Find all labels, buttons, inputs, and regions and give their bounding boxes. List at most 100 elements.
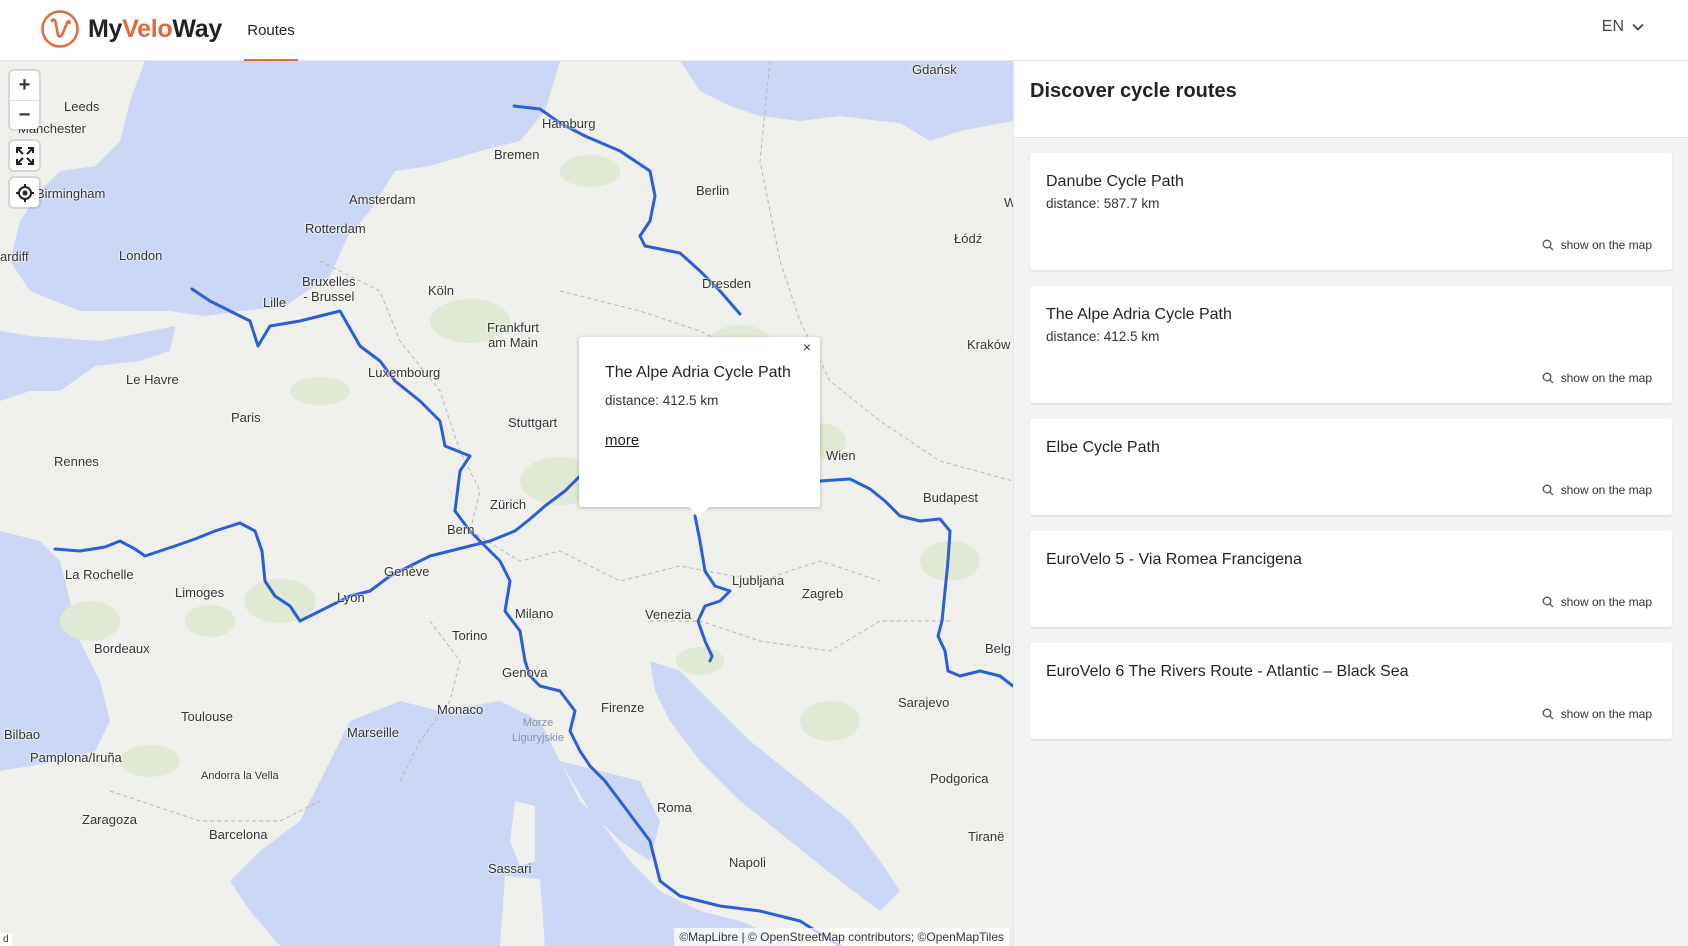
map-label: Tiranë [968,829,1005,844]
search-icon [1542,372,1554,384]
search-icon [1542,708,1554,720]
map-label: Morze Liguryjskie [512,717,564,744]
show-on-map-label: show on the map [1560,595,1652,609]
map-label: Bordeaux [94,641,150,656]
map-label: Bilbao [4,727,41,742]
language-label: EN [1601,18,1624,35]
show-on-map-link[interactable]: show on the map [1542,371,1652,385]
map-label: Łódź [954,231,983,246]
logo-icon [41,10,79,48]
map-label: Andorra la Vella [201,770,279,782]
fullscreen-icon [15,146,34,165]
map-label: Köln [428,283,455,298]
sidebar: Discover cycle routes Danube Cycle Path … [1013,61,1688,946]
map-label: Limoges [175,585,225,600]
route-distance: distance: 587.7 km [1046,196,1160,211]
map-label: Torino [452,628,488,643]
map-label: Kraków [967,337,1011,352]
route-name: Elbe Cycle Path [1046,439,1160,456]
map-label: Roma [657,800,692,815]
route-name: EuroVelo 6 The Rivers Route - Atlantic –… [1046,663,1409,680]
map-label: ardiff [0,249,29,264]
map-attribution[interactable]: ©MapLibre | © OpenStreetMap contributors… [674,928,1009,946]
map-attribution-toggle[interactable]: d [0,933,12,946]
sidebar-header: Discover cycle routes [1014,61,1688,138]
route-distance: distance: 412.5 km [1046,329,1160,344]
search-icon [1542,484,1554,496]
route-name: The Alpe Adria Cycle Path [1046,306,1232,323]
map-label: Marseille [347,725,400,740]
map-label: Milano [515,606,554,621]
close-icon[interactable]: × [800,339,814,355]
map-label: Zürich [490,497,527,512]
show-on-map-link[interactable]: show on the map [1542,483,1652,497]
popup-title: The Alpe Adria Cycle Path [605,364,791,381]
map-label: Rotterdam [305,221,366,236]
route-card-elbe[interactable]: Elbe Cycle Path show on the map [1030,419,1672,515]
map-label: Firenze [601,700,645,715]
map-label: Ljubljana [732,573,785,588]
show-on-map-label: show on the map [1560,483,1652,497]
zoom-controls: + − [10,71,39,129]
map-label: Wien [826,448,856,463]
map-label: W [1004,195,1013,210]
route-name: EuroVelo 5 - Via Romea Francigena [1046,551,1302,568]
geolocate-button[interactable] [10,178,39,207]
logo-text: MyVeloWay [88,14,222,43]
nav-tab-routes[interactable]: Routes [244,0,298,61]
map-label: La Rochelle [65,567,134,582]
zoom-in-button[interactable]: + [10,71,39,100]
show-on-map-label: show on the map [1560,707,1652,721]
map-label: Leeds [64,99,100,114]
map-label: Dresden [702,276,752,291]
map-label: Lyon [337,590,365,605]
popup-more-link[interactable]: more [605,432,639,449]
map-label: Le Havre [126,372,179,387]
top-header: MyVeloWay Routes EN [0,0,1688,61]
map-label: Paris [231,410,261,425]
show-on-map-link[interactable]: show on the map [1542,707,1652,721]
route-card-danube[interactable]: Danube Cycle Path distance: 587.7 km sho… [1030,153,1672,270]
map-label: Stuttgart [508,415,558,430]
language-selector[interactable]: EN [1602,18,1644,36]
map-label: Monaco [437,702,484,717]
show-on-map-link[interactable]: show on the map [1542,595,1652,609]
map-label: Rennes [54,454,99,469]
map-label: Sassari [488,861,532,876]
search-icon [1542,596,1554,608]
zoom-out-button[interactable]: − [10,100,39,129]
map-label: Barcelona [209,827,268,842]
show-on-map-link[interactable]: show on the map [1542,238,1652,252]
map-label: Frankfurt am Main [487,320,540,350]
show-on-map-label: show on the map [1560,371,1652,385]
map-label: Budapest [923,490,978,505]
map-label: Genova [502,665,548,680]
map-label: Napoli [729,855,766,870]
map-label: Bruxelles - Brussel [302,274,356,304]
fullscreen-button[interactable] [10,141,39,170]
locate-icon [15,183,34,202]
map-label: Zagreb [802,586,844,601]
chevron-down-icon [1632,23,1644,31]
map-label: Podgorica [930,771,989,786]
route-card-eurovelo-5[interactable]: EuroVelo 5 - Via Romea Francigena show o… [1030,531,1672,627]
route-name: Danube Cycle Path [1046,173,1184,190]
map-label: Hamburg [542,116,596,131]
popup-distance: distance: 412.5 km [605,393,719,408]
logo[interactable]: MyVeloWay [40,9,222,49]
route-card-alpe-adria[interactable]: The Alpe Adria Cycle Path distance: 412.… [1030,286,1672,403]
map-label: Sarajevo [898,695,950,710]
show-on-map-label: show on the map [1560,238,1652,252]
route-card-eurovelo-6[interactable]: EuroVelo 6 The Rivers Route - Atlantic –… [1030,643,1672,739]
map-label: London [119,248,163,263]
map-label: Lille [263,295,287,310]
map-label: Belg [985,641,1012,656]
map-label: Bremen [494,147,540,162]
map-label: Toulouse [181,709,234,724]
route-popup: × The Alpe Adria Cycle Path distance: 41… [579,337,820,517]
map-label: Genève [384,564,430,579]
route-list: Danube Cycle Path distance: 587.7 km sho… [1014,138,1688,739]
map-label: Venezia [645,607,692,622]
map-label: Gdańsk [912,62,957,77]
map[interactable]: Gdańsk Leeds Manchester Hamburg Bremen B… [0,61,1013,946]
